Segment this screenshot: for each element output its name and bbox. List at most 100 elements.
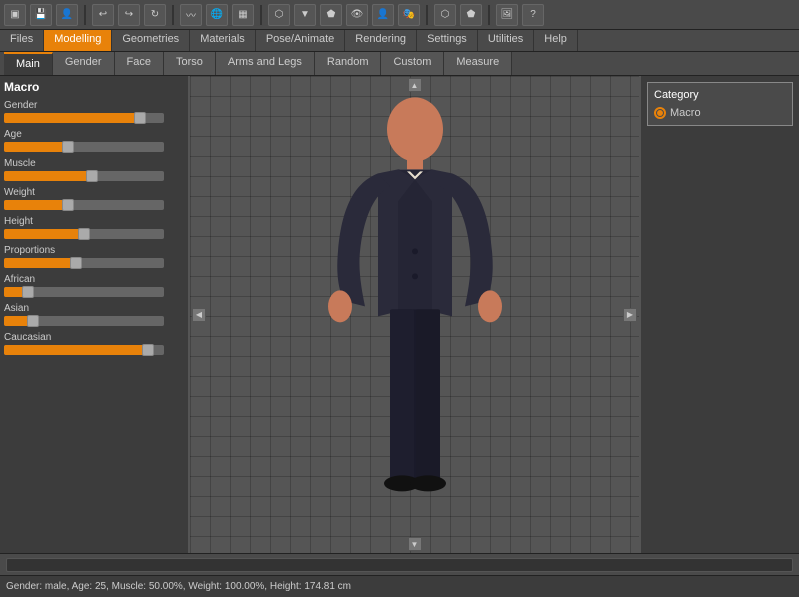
- tool-icon-shape1[interactable]: ⬡: [434, 4, 456, 26]
- toolbar-separator-2: [172, 5, 174, 25]
- menu-geometries[interactable]: Geometries: [112, 30, 190, 51]
- slider-label-gender: Gender: [4, 100, 184, 111]
- viewport[interactable]: ◀ ▶ ▲ ▼: [190, 76, 639, 553]
- slider-track-muscle[interactable]: [4, 171, 164, 181]
- slider-fill-gender: [4, 113, 140, 123]
- sliders-container: Gender Age Muscle Weight Height Proportions Af…: [4, 100, 184, 355]
- tool-icon-eye[interactable]: 👁: [346, 4, 368, 26]
- slider-thumb-gender[interactable]: [134, 112, 146, 124]
- tool-icon-help[interactable]: ?: [522, 4, 544, 26]
- menu-files[interactable]: Files: [0, 30, 44, 51]
- slider-thumb-african[interactable]: [22, 286, 34, 298]
- radio-macro-label: Macro: [670, 107, 701, 119]
- slider-thumb-caucasian[interactable]: [142, 344, 154, 356]
- grid-background: ◀ ▶ ▲ ▼: [190, 76, 639, 553]
- tab-gender[interactable]: Gender: [53, 52, 115, 75]
- slider-track-caucasian[interactable]: [4, 345, 164, 355]
- tool-icon-pose2[interactable]: ▼: [294, 4, 316, 26]
- toolbar: ▣ 💾 👤 ↩ ↪ ↻ 〰 🌐 ▦ ⬡ ▼ ⬟ 👁 👤 🎭 ⬡ ⬟ 🖼 ?: [0, 0, 799, 30]
- category-box: Category Macro: [647, 82, 793, 126]
- toolbar-separator-4: [426, 5, 428, 25]
- main-area: Macro Gender Age Muscle Weight Height Proport…: [0, 76, 799, 553]
- slider-fill-weight: [4, 200, 68, 210]
- tab-random[interactable]: Random: [315, 52, 382, 75]
- tool-icon-person1[interactable]: 👤: [372, 4, 394, 26]
- 3d-figure: [310, 91, 520, 521]
- tool-icon-pose1[interactable]: ⬡: [268, 4, 290, 26]
- left-panel: Macro Gender Age Muscle Weight Height Proport…: [0, 76, 190, 553]
- slider-group-caucasian: Caucasian: [4, 332, 184, 355]
- slider-track-asian[interactable]: [4, 316, 164, 326]
- macro-title: Macro: [4, 80, 184, 94]
- menu-rendering[interactable]: Rendering: [345, 30, 417, 51]
- tool-icon-redo[interactable]: ↪: [118, 4, 140, 26]
- slider-thumb-muscle[interactable]: [86, 170, 98, 182]
- slider-label-caucasian: Caucasian: [4, 332, 184, 343]
- slider-track-african[interactable]: [4, 287, 164, 297]
- tab-face[interactable]: Face: [115, 52, 164, 75]
- tab-main[interactable]: Main: [4, 52, 53, 75]
- slider-fill-caucasian: [4, 345, 148, 355]
- slider-track-proportions[interactable]: [4, 258, 164, 268]
- tool-icon-refresh[interactable]: ↻: [144, 4, 166, 26]
- bottom-bar: [0, 553, 799, 575]
- category-macro-option[interactable]: Macro: [654, 107, 786, 119]
- slider-group-weight: Weight: [4, 187, 184, 210]
- tab-torso[interactable]: Torso: [164, 52, 216, 75]
- slider-label-asian: Asian: [4, 303, 184, 314]
- slider-thumb-proportions[interactable]: [70, 257, 82, 269]
- viewport-arrow-bottom[interactable]: ▼: [408, 537, 422, 551]
- tool-icon-mask[interactable]: 🎭: [398, 4, 420, 26]
- slider-group-proportions: Proportions: [4, 245, 184, 268]
- slider-thumb-asian[interactable]: [27, 315, 39, 327]
- slider-label-age: Age: [4, 129, 184, 140]
- tab-arms-legs[interactable]: Arms and Legs: [216, 52, 315, 75]
- tab-measure[interactable]: Measure: [444, 52, 512, 75]
- viewport-arrow-left[interactable]: ◀: [192, 308, 206, 322]
- slider-label-proportions: Proportions: [4, 245, 184, 256]
- menubar: Files Modelling Geometries Materials Pos…: [0, 30, 799, 52]
- tool-icon-pose3[interactable]: ⬟: [320, 4, 342, 26]
- slider-track-gender[interactable]: [4, 113, 164, 123]
- tool-icon-grid[interactable]: ▦: [232, 4, 254, 26]
- tool-icon-save[interactable]: 💾: [30, 4, 52, 26]
- radio-macro[interactable]: [654, 107, 666, 119]
- tabbar: Main Gender Face Torso Arms and Legs Ran…: [0, 52, 799, 76]
- slider-track-age[interactable]: [4, 142, 164, 152]
- status-text: Gender: male, Age: 25, Muscle: 50.00%, W…: [6, 581, 351, 592]
- tool-icon-shape2[interactable]: ⬟: [460, 4, 482, 26]
- toolbar-separator-3: [260, 5, 262, 25]
- slider-group-african: African: [4, 274, 184, 297]
- slider-thumb-weight[interactable]: [62, 199, 74, 211]
- tool-icon-globe[interactable]: 🌐: [206, 4, 228, 26]
- slider-thumb-age[interactable]: [62, 141, 74, 153]
- slider-group-asian: Asian: [4, 303, 184, 326]
- tool-icon-frame[interactable]: 🖼: [496, 4, 518, 26]
- slider-fill-proportions: [4, 258, 76, 268]
- tool-icon-wave[interactable]: 〰: [180, 4, 202, 26]
- tab-custom[interactable]: Custom: [381, 52, 444, 75]
- slider-label-african: African: [4, 274, 184, 285]
- tool-icon-undo[interactable]: ↩: [92, 4, 114, 26]
- menu-pose-animate[interactable]: Pose/Animate: [256, 30, 345, 51]
- slider-label-muscle: Muscle: [4, 158, 184, 169]
- slider-fill-muscle: [4, 171, 92, 181]
- menu-utilities[interactable]: Utilities: [478, 30, 534, 51]
- tool-icon-window[interactable]: ▣: [4, 4, 26, 26]
- slider-thumb-height[interactable]: [78, 228, 90, 240]
- right-panel: Category Macro: [639, 76, 799, 553]
- tool-icon-figure[interactable]: 👤: [56, 4, 78, 26]
- slider-track-weight[interactable]: [4, 200, 164, 210]
- menu-settings[interactable]: Settings: [417, 30, 478, 51]
- menu-help[interactable]: Help: [534, 30, 578, 51]
- menu-modelling[interactable]: Modelling: [44, 30, 112, 51]
- slider-group-muscle: Muscle: [4, 158, 184, 181]
- viewport-arrow-top[interactable]: ▲: [408, 78, 422, 92]
- slider-track-height[interactable]: [4, 229, 164, 239]
- viewport-arrow-right[interactable]: ▶: [623, 308, 637, 322]
- progress-bar: [6, 558, 793, 572]
- toolbar-separator-5: [488, 5, 490, 25]
- menu-materials[interactable]: Materials: [190, 30, 256, 51]
- slider-label-weight: Weight: [4, 187, 184, 198]
- slider-label-height: Height: [4, 216, 184, 227]
